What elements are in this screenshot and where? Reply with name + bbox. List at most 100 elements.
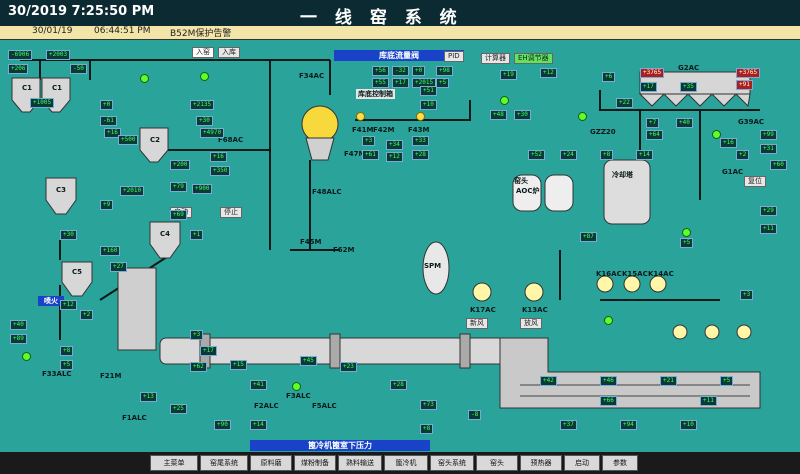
cyclone-c3: [45, 177, 77, 215]
readout-value: +61: [362, 150, 379, 160]
status-lamp: [140, 74, 149, 83]
label-f42m: F42M: [373, 126, 395, 134]
alert-value: +3765: [640, 68, 665, 78]
readout-value: +62: [190, 362, 207, 372]
to-silo-button[interactable]: 入库: [218, 47, 240, 58]
readout-value: +30: [196, 116, 213, 126]
readout-value: -50: [70, 64, 87, 74]
readout-value: +60: [770, 160, 787, 170]
label-g1ac: G1AC: [722, 168, 744, 176]
label-gzz20: GZZ20: [590, 128, 616, 136]
readout-value: +89: [10, 334, 27, 344]
readout-value: +40: [10, 320, 27, 330]
label-g2ac: G2AC: [678, 64, 700, 72]
cyclone-c4: [149, 221, 181, 259]
readout-value: +30: [514, 110, 531, 120]
readout-value: +27: [110, 262, 127, 272]
readout-value: +33: [412, 136, 429, 146]
readout-value: +8: [420, 424, 434, 434]
label-f48alc: F48ALC: [312, 188, 342, 196]
nav-preheater[interactable]: 预热器: [520, 455, 562, 471]
readout-value: +8: [60, 346, 74, 356]
readout-value: +17: [200, 346, 217, 356]
readout-value: +5: [680, 238, 694, 248]
readout-value: -6906: [8, 50, 33, 60]
readout-value: +5: [60, 360, 74, 370]
status-lamp: [292, 382, 301, 391]
readout-value: -8: [468, 410, 482, 420]
reset-button[interactable]: 复位: [744, 176, 766, 187]
readout-value: -61: [100, 116, 117, 126]
nav-params[interactable]: 参数: [602, 455, 638, 471]
status-lamp: [356, 112, 365, 121]
readout-value: +55: [372, 78, 389, 88]
readout-value: +35: [680, 82, 697, 92]
nav-kiln-head-system[interactable]: 窑头系统: [430, 455, 474, 471]
readout-value: +79: [170, 182, 187, 192]
label-c5: C5: [72, 268, 83, 276]
label-kiln-head: 窑头: [514, 177, 528, 185]
readout-value: +98: [436, 66, 453, 76]
readout-value: +17: [392, 78, 409, 88]
readout-value: +23: [340, 362, 357, 372]
calculator-button[interactable]: 计算器: [481, 53, 510, 64]
label-spm: SPM: [424, 262, 442, 270]
readout-value: +0: [412, 66, 426, 76]
label-k14ac: K14AC: [648, 270, 674, 278]
readout-value: +2: [80, 310, 94, 320]
readout-value: +900: [192, 184, 213, 194]
label-k16ac: K16AC: [596, 270, 622, 278]
readout-value: +5: [436, 78, 450, 88]
label-f3alc: F3ALC: [286, 392, 311, 400]
readout-value: +30: [60, 230, 77, 240]
readout-value: +45: [300, 356, 317, 366]
label-c1: C1: [22, 84, 33, 92]
nav-coal-mill[interactable]: 煤粉制备: [294, 455, 336, 471]
nav-clinker[interactable]: 熟料输送: [338, 455, 382, 471]
label-aoc: AOC炉: [516, 187, 540, 195]
readout-value: +16: [720, 138, 737, 148]
readout-value: +19: [500, 70, 517, 80]
readout-value: +51: [420, 86, 437, 96]
label-c3: C3: [56, 186, 67, 194]
label-f2alc: F2ALC: [254, 402, 279, 410]
nav-raw-mill[interactable]: 原料磨: [250, 455, 292, 471]
readout-value: +12: [60, 300, 77, 310]
status-lamp: [712, 130, 721, 139]
readout-value: +48: [490, 110, 507, 120]
label-f43m: F43M: [408, 126, 430, 134]
readout-value: +22: [616, 98, 633, 108]
readout-value: +200: [170, 160, 191, 170]
nav-kiln-tail[interactable]: 窑尾系统: [200, 455, 248, 471]
label-f34ac: F34AC: [299, 72, 325, 80]
readout-value: +15: [230, 360, 247, 370]
readout-value: +6: [602, 72, 616, 82]
readout-value: +160: [100, 246, 121, 256]
nav-main-menu[interactable]: 主菜单: [150, 455, 198, 471]
cyclone-c2: [139, 127, 169, 163]
to-kiln-button[interactable]: 入窑: [192, 47, 214, 58]
nav-start[interactable]: 启动: [564, 455, 600, 471]
nav-kiln-head[interactable]: 窑头: [476, 455, 518, 471]
readout-value: +25: [170, 404, 187, 414]
status-lamp: [682, 228, 691, 237]
readout-value: +2003: [46, 50, 71, 60]
cooler-pressure-header: 篦冷机篦室下压力: [250, 440, 430, 451]
vent-button[interactable]: 放风: [520, 318, 542, 329]
readout-value: +29: [760, 206, 777, 216]
readout-value: +52: [528, 150, 545, 160]
dispatch-button[interactable]: EH调节器: [514, 53, 553, 64]
readout-value: +69: [170, 210, 187, 220]
readout-value: +9: [100, 200, 114, 210]
readout-value: +1: [190, 230, 204, 240]
readout-value: +2: [736, 150, 750, 160]
readout-value: -32: [392, 66, 409, 76]
readout-value: +10: [680, 420, 697, 430]
status-lamp: [604, 316, 613, 325]
readout-value: +99: [760, 130, 777, 140]
stop-button[interactable]: 停止: [220, 207, 242, 218]
fresh-air-button[interactable]: 新风: [466, 318, 488, 329]
readout-value: +4970: [200, 128, 225, 138]
nav-cooler[interactable]: 篦冷机: [384, 455, 428, 471]
pid-button[interactable]: PID: [444, 51, 464, 62]
